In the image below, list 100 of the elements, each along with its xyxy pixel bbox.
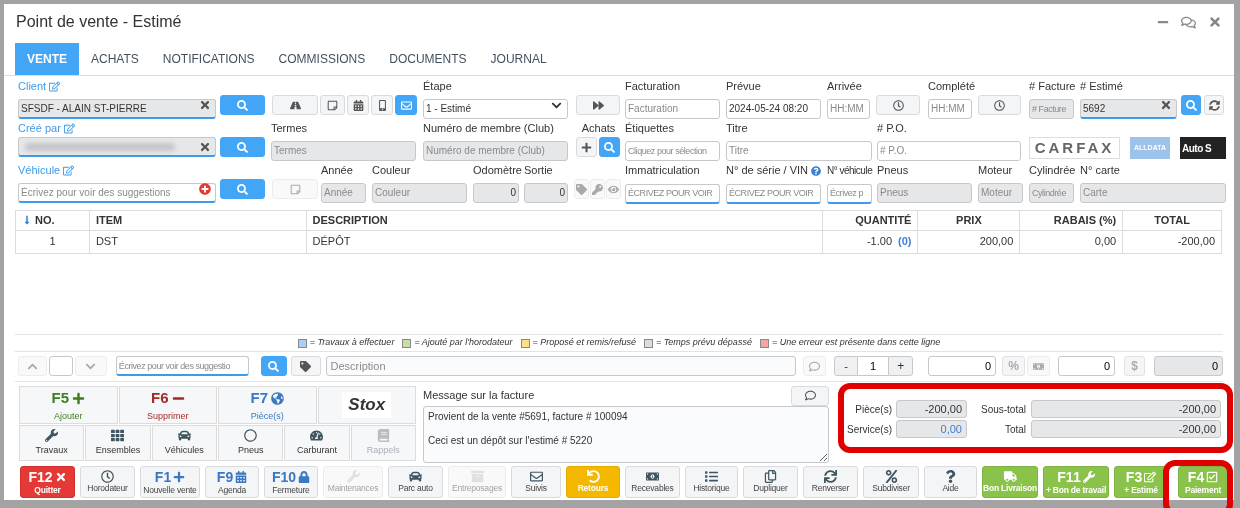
action-button[interactable]: F5 Ajouter: [19, 386, 118, 424]
column-header[interactable]: ITEM: [95, 211, 123, 229]
input-field[interactable]: ÉCRIVEZ POUR VOIR: [625, 183, 720, 204]
search-button[interactable]: [220, 179, 265, 199]
shortcut-key: F5: [51, 387, 69, 410]
category-button[interactable]: Ensembles: [85, 425, 151, 461]
tag-icon: [300, 360, 311, 372]
toolbar-button[interactable]: F1 Nouvelle vente: [140, 466, 200, 498]
toolbar-button[interactable]: Renverser: [803, 466, 858, 498]
search-button[interactable]: [220, 95, 265, 115]
road-button[interactable]: [272, 95, 318, 115]
close-icon[interactable]: [1208, 15, 1222, 29]
autos-logo[interactable]: Auto S: [1180, 137, 1226, 159]
column-header[interactable]: RABAIS (%): [1053, 211, 1117, 229]
add-icon[interactable]: [199, 183, 211, 195]
decrement-button[interactable]: -: [834, 356, 859, 376]
increment-button[interactable]: +: [888, 356, 914, 376]
column-header[interactable]: TOTAL: [1154, 211, 1190, 229]
table-cell-text: DST: [95, 234, 118, 250]
toolbar-button[interactable]: Subdiviser: [863, 466, 919, 498]
field-label: Complété: [928, 79, 976, 95]
category-button[interactable]: Véhicules: [151, 425, 217, 461]
stox-button[interactable]: Stox: [317, 386, 416, 424]
input-field[interactable]: HH:MM: [928, 98, 972, 119]
input-field[interactable]: Facturation: [625, 98, 720, 119]
search-field[interactable]: Écrivez pour voir des suggestio: [115, 356, 249, 376]
input-field[interactable]: HH:MM: [827, 98, 870, 119]
edit-icon[interactable]: [49, 81, 61, 92]
clock-button[interactable]: [876, 95, 920, 115]
calendar-button[interactable]: [347, 95, 369, 115]
add-button[interactable]: [576, 137, 597, 157]
field-label: Cylindrée: [1029, 163, 1076, 179]
input-field[interactable]: Écrivez pour voir des suggestions: [18, 183, 216, 203]
tag-button[interactable]: [290, 356, 321, 376]
toolbar-button[interactable]: Parc auto: [388, 466, 443, 498]
refresh-button[interactable]: [1204, 95, 1224, 115]
tab[interactable]: COMMISSIONS: [266, 43, 378, 75]
toolbar-button[interactable]: Aide: [924, 466, 977, 498]
input-field[interactable]: ÉCRIVEZ POUR VOIR: [726, 183, 821, 204]
input-field[interactable]: Titre: [726, 140, 872, 161]
input-field[interactable]: Écrivez p: [827, 183, 872, 204]
edit-icon[interactable]: [63, 123, 75, 134]
question-icon: [944, 470, 957, 483]
toolbar-button[interactable]: Recevables: [625, 466, 680, 498]
highlight-frame: [1163, 460, 1233, 508]
search-icon: [237, 183, 248, 195]
caret-icon[interactable]: [551, 100, 562, 111]
car-icon: [409, 470, 422, 483]
mobile-button[interactable]: [371, 95, 393, 115]
input-field[interactable]: 1 - Estimé: [423, 98, 568, 119]
price-field[interactable]: 0: [1154, 356, 1223, 376]
category-button[interactable]: Carburant: [284, 425, 350, 461]
sort-arrow-icon[interactable]: [22, 215, 32, 225]
field-label: Pneus: [877, 163, 909, 179]
input-field[interactable]: 2024-05-24 08:20: [726, 98, 821, 119]
table-cell-text: 1: [49, 234, 56, 250]
description-field[interactable]: Description: [325, 356, 797, 376]
field-label: Numéro de membre (Club): [423, 121, 554, 137]
checkbox-icon: [1206, 470, 1219, 483]
toolbar-button[interactable]: Historique: [685, 466, 738, 498]
category-button[interactable]: Travaux: [19, 425, 85, 461]
clear-icon[interactable]: [1160, 99, 1172, 111]
input-field[interactable]: # P.O.: [877, 140, 1021, 161]
count-link[interactable]: (0): [898, 233, 912, 250]
action-button[interactable]: F7 Pièce(s): [218, 386, 317, 424]
column-header[interactable]: NO.: [35, 211, 55, 229]
help-icon[interactable]: [811, 165, 822, 176]
column-header[interactable]: QUANTITÉ: [855, 211, 912, 229]
clock-button[interactable]: [978, 95, 1021, 115]
tab[interactable]: NOTIFICATIONS: [150, 43, 267, 75]
toolbar-button[interactable]: Horodateur: [80, 466, 135, 498]
toolbar-button[interactable]: F9 Agenda: [205, 466, 259, 498]
comment-button[interactable]: [791, 385, 829, 406]
column-header[interactable]: DESCRIPTION: [312, 211, 388, 229]
chat-icon[interactable]: [1181, 14, 1196, 30]
search-button[interactable]: [220, 137, 265, 157]
column-header[interactable]: PRIX: [956, 211, 982, 229]
total-field: 0,00: [896, 420, 967, 438]
toolbar-button[interactable]: F10 Fermeture: [264, 466, 318, 498]
input-field[interactable]: Cliquez pour sélection: [625, 141, 720, 161]
discount-percent-field[interactable]: 0: [928, 356, 997, 376]
forward-button[interactable]: [576, 95, 620, 115]
message-field[interactable]: Provient de la vente #5691, facture # 100094 Ceci est un dépôt sur l'estimé # 5220: [423, 406, 829, 463]
tab[interactable]: ACHATS: [79, 43, 151, 75]
clear-icon[interactable]: [199, 99, 211, 111]
toolbar-button[interactable]: Suivis: [511, 466, 561, 498]
toolbar-button[interactable]: F12 Quitter: [20, 466, 75, 498]
action-button[interactable]: F6 Supprimer: [118, 386, 217, 424]
tab[interactable]: DOCUMENTS: [377, 43, 479, 75]
tab[interactable]: JOURNAL: [478, 43, 559, 75]
legend-label: = Temps prévu dépassé: [655, 336, 752, 350]
position-field[interactable]: [48, 356, 73, 376]
carfax-logo[interactable]: CARFAX: [1029, 137, 1120, 159]
toolbar-button[interactable]: Dupliquer: [743, 466, 798, 498]
edit-icon[interactable]: [63, 165, 75, 176]
total-label: Sous-total: [980, 402, 1026, 417]
note-button[interactable]: [320, 95, 345, 115]
category-button[interactable]: Pneus: [218, 425, 284, 461]
discount-amount-field[interactable]: 0: [1058, 356, 1116, 376]
clear-icon[interactable]: [199, 141, 211, 153]
